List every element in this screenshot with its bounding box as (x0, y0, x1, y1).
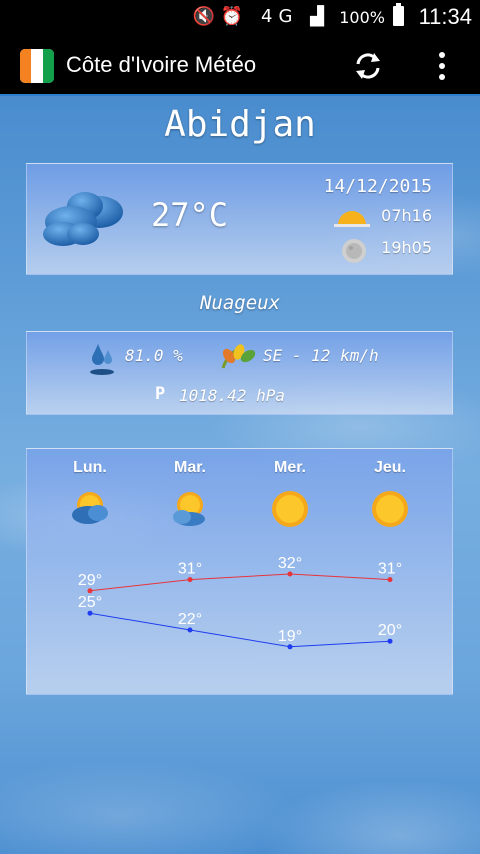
app-logo-icon (20, 49, 54, 83)
current-temperature: 27°C (151, 196, 229, 234)
series-2-point (287, 644, 293, 650)
refresh-icon[interactable] (352, 50, 384, 82)
wind-value: SE - 12 km/h (263, 346, 379, 365)
current-weather-panel: 27°C 14/12/2015 07h16 19h05 (26, 163, 453, 275)
series-2-line (89, 612, 391, 648)
status-icons: 🔇⏰ 4G ▟ (192, 6, 330, 27)
series-1-label: 31° (178, 561, 202, 578)
series-2-point (87, 610, 93, 616)
status-bar: 🔇⏰ 4G ▟ 100% 11:34 (0, 0, 480, 34)
series-2-label: 20° (378, 622, 402, 639)
humidity-icon (90, 344, 114, 375)
series-2-label: 22° (178, 611, 202, 628)
pressure-label: P (155, 384, 166, 404)
sunset-time: 19h05 (381, 238, 432, 257)
series-2-point (387, 638, 393, 644)
series-1-label: 32° (278, 555, 302, 572)
weather-condition: Nuageux (199, 292, 281, 314)
temperature-chart: 29° 31° 32° 31° 25° 22° 19° 20° (78, 555, 402, 650)
app-bar: Côte d'Ivoire Météo (0, 34, 480, 96)
series-1-line (89, 573, 391, 592)
series-1-point (387, 577, 393, 583)
sunrise-icon (334, 211, 370, 227)
current-date: 14/12/2015 (323, 176, 432, 197)
battery-percent: 100% (339, 8, 385, 27)
series-1-point (187, 577, 193, 583)
app-title: Côte d'Ivoire Météo (66, 52, 257, 77)
battery-icon (393, 3, 404, 26)
series-1-label: 29° (78, 572, 102, 589)
sunrise-time: 07h16 (381, 206, 432, 225)
city-name: Abidjan (164, 104, 316, 145)
series-2-label: 25° (78, 594, 102, 611)
cloudy-icon (43, 192, 123, 246)
wind-icon (221, 344, 255, 369)
moon-icon (342, 239, 366, 263)
series-1-point (287, 571, 293, 577)
pressure-value: 1018.42 hPa (179, 386, 285, 405)
forecast-panel: Lun. Mar. Mer. Jeu. 29° 31° 32° 31° 25° 22° 19… (26, 448, 453, 695)
series-1-label: 31° (378, 561, 402, 578)
series-2-label: 19° (278, 628, 302, 645)
series-2-point (187, 627, 193, 633)
details-panel: 81.0 % SE - 12 km/h P 1018.42 hPa (26, 331, 453, 415)
series-1-point (87, 588, 93, 594)
overflow-menu-icon[interactable] (430, 50, 454, 82)
clock: 11:34 (418, 4, 472, 29)
humidity-value: 81.0 % (125, 346, 183, 365)
